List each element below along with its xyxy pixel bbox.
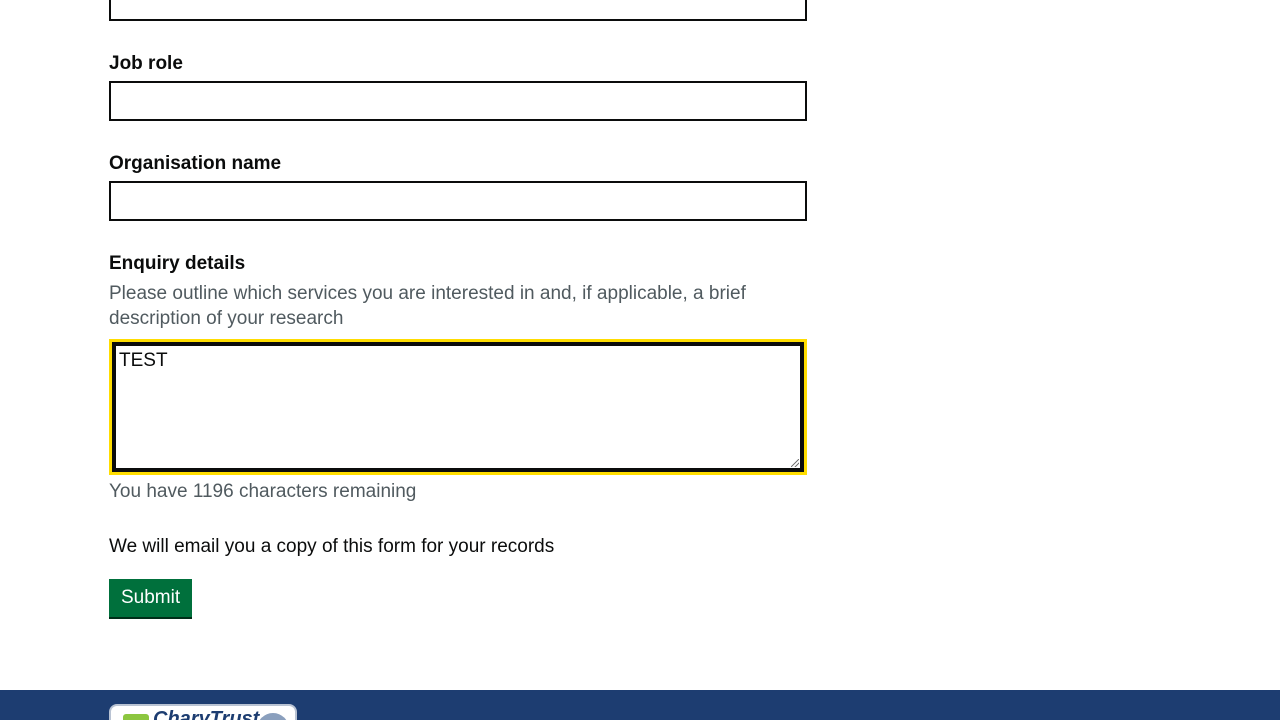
character-counter: You have 1196 characters remaining (109, 481, 417, 502)
footer: CharyTrust (0, 690, 1280, 720)
focus-ring: TEST (109, 339, 807, 475)
email-copy-note: We will email you a copy of this form fo… (109, 536, 555, 557)
submit-button[interactable]: Submit (109, 579, 193, 617)
footer-badge-text: CharyTrust (153, 708, 260, 720)
enquiry-details-textarea[interactable]: TEST (112, 342, 804, 472)
footer-badge-logo[interactable]: CharyTrust (109, 704, 297, 720)
previous-field-input[interactable] (109, 0, 807, 21)
enquiry-details-value: TEST (119, 350, 168, 371)
leaf-icon (123, 714, 149, 720)
job-role-input[interactable] (109, 81, 807, 121)
enquiry-details-label: Enquiry details (109, 253, 246, 274)
resize-handle-icon[interactable] (791, 459, 799, 467)
page: Job role Organisation name Enquiry detai… (0, 0, 1280, 720)
badge-circle-icon (257, 713, 289, 720)
organisation-name-label: Organisation name (109, 153, 282, 174)
job-role-label: Job role (109, 53, 183, 74)
organisation-name-input[interactable] (109, 181, 807, 221)
enquiry-details-hint: Please outline which services you are in… (109, 283, 746, 329)
